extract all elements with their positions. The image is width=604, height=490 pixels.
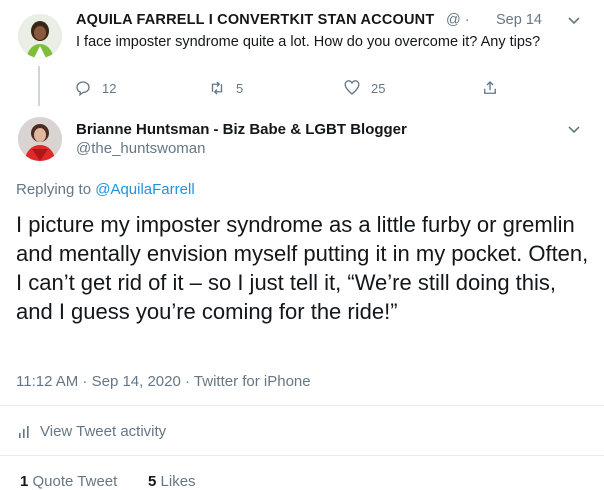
reply-timestamp[interactable]: 11:12 AM · Sep 14, 2020 · Twitter for iP…: [16, 373, 311, 390]
likes-stat[interactable]: 5 Likes: [148, 473, 196, 490]
divider-bottom: [0, 455, 604, 456]
thread-connector: [38, 66, 40, 106]
reply-count: 12: [102, 80, 117, 96]
heart-icon: [344, 80, 360, 95]
reply-icon: [76, 81, 90, 97]
reply-avatar-image: [18, 117, 62, 161]
reply-author-handle[interactable]: @the_huntswoman: [76, 140, 205, 157]
analytics-icon: [19, 425, 29, 438]
parent-more-chevron-icon[interactable]: [566, 12, 582, 28]
quote-label: Quote Tweet: [32, 473, 118, 490]
retweet-count: 5: [236, 80, 244, 96]
reply-more-chevron-icon[interactable]: [566, 121, 582, 137]
parent-handle-sep: @ ·: [446, 12, 470, 28]
replying-to-line: Replying to @AquilaFarrell: [16, 181, 195, 198]
reply-author-name[interactable]: Brianne Huntsman - Biz Babe & LGBT Blogg…: [76, 121, 407, 138]
view-activity-label: View Tweet activity: [40, 423, 167, 440]
parent-avatar[interactable]: [18, 14, 62, 58]
parent-avatar-image: [18, 14, 62, 58]
likes-label: Likes: [160, 473, 196, 490]
retweet-icon: [211, 81, 223, 95]
reply-avatar[interactable]: [18, 117, 62, 161]
share-icon: [484, 81, 496, 94]
likes-count: 5: [148, 473, 157, 490]
divider-top: [0, 405, 604, 406]
retweet-action[interactable]: 5: [208, 79, 243, 97]
like-action[interactable]: 25: [343, 79, 385, 97]
like-count: 25: [371, 80, 386, 96]
replying-to-handle-link[interactable]: @AquilaFarrell: [95, 181, 194, 198]
share-action[interactable]: [481, 79, 499, 97]
quote-tweets-stat[interactable]: 1 Quote Tweet: [20, 473, 117, 490]
replying-to-prefix: Replying to: [16, 181, 92, 198]
reply-tweet-text: I picture my imposter syndrome as a litt…: [16, 212, 589, 324]
reply-action[interactable]: 12: [74, 79, 116, 97]
quote-count: 1: [20, 473, 29, 490]
parent-author-name[interactable]: AQUILA FARRELL I CONVERTKIT STAN ACCOUNT: [76, 12, 434, 28]
view-activity-link[interactable]: View Tweet activity: [18, 423, 166, 440]
parent-date[interactable]: Sep 14: [496, 12, 542, 28]
parent-tweet-text: I face imposter syndrome quite a lot. Ho…: [76, 34, 541, 50]
